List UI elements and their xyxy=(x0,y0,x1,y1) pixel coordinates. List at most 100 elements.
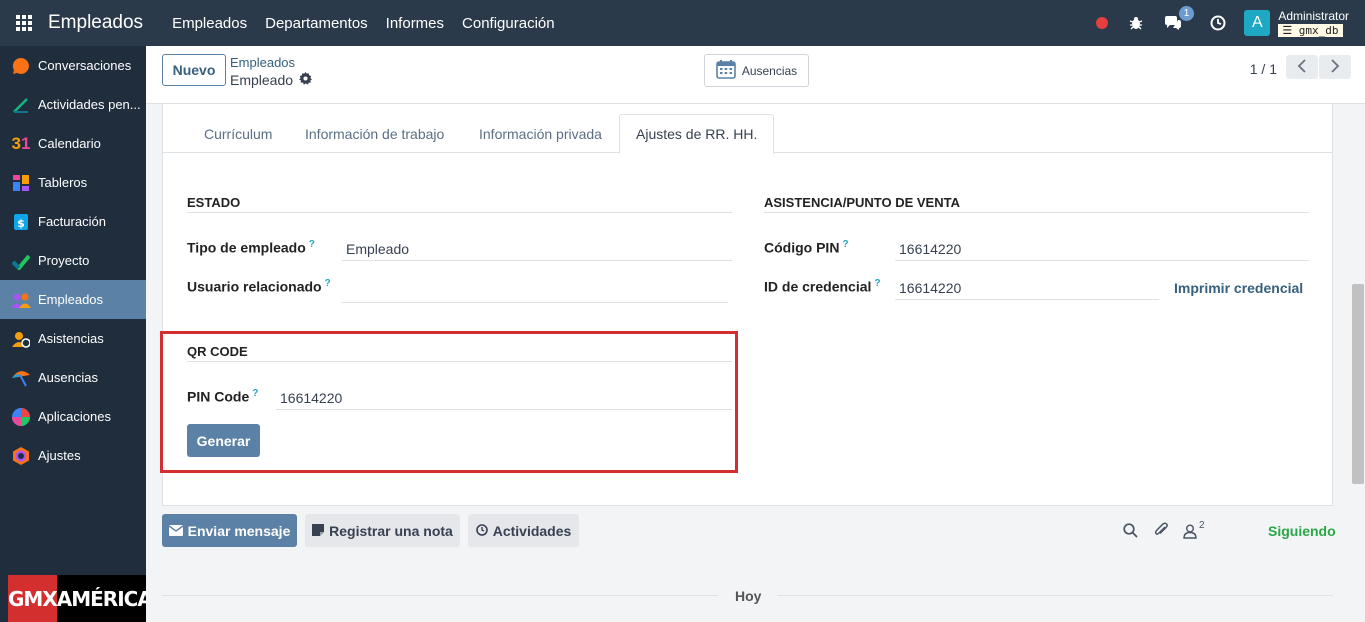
sidebar-item-label: Tableros xyxy=(38,175,88,190)
top-navbar: Empleados Empleados Departamentos Inform… xyxy=(0,0,1365,46)
sidebar-item-conversaciones[interactable]: Conversaciones xyxy=(0,46,146,85)
activities-label: Actividades xyxy=(492,522,572,539)
activities-button[interactable]: Actividades xyxy=(468,514,579,547)
user-menu[interactable]: Administrator ☰ gmx_db xyxy=(1278,8,1349,37)
sidebar: Conversaciones Actividades pen... 31 Cal… xyxy=(0,46,153,622)
sidebar-item-label: Actividades pen... xyxy=(38,97,141,112)
sidebar-item-label: Aplicaciones xyxy=(38,409,111,424)
menu-departamentos[interactable]: Departamentos xyxy=(256,15,377,32)
tab-informacion-privada[interactable]: Información privada xyxy=(463,114,618,153)
sidebar-item-aplicaciones[interactable]: Aplicaciones xyxy=(0,397,146,436)
menu-empleados[interactable]: Empleados xyxy=(163,15,256,32)
related-user-field[interactable] xyxy=(342,279,728,303)
menu-configuracion[interactable]: Configuración xyxy=(453,15,564,32)
pin-code-label: Código PIN? xyxy=(764,239,849,256)
recording-icon[interactable] xyxy=(1096,17,1109,29)
sidebar-item-tableros[interactable]: Tableros xyxy=(0,163,146,202)
pager-previous-button[interactable] xyxy=(1286,55,1318,79)
scrollbar-thumb[interactable] xyxy=(1352,284,1364,484)
sidebar-item-label: Conversaciones xyxy=(38,58,132,73)
help-icon: ? xyxy=(842,239,849,250)
sidebar-item-ajustes[interactable]: Ajustes xyxy=(0,436,146,475)
date-separator-today: Hoy xyxy=(735,588,762,604)
sidebar-item-actividades[interactable]: Actividades pen... xyxy=(0,85,146,124)
time-off-button[interactable]: Ausencias xyxy=(704,54,809,87)
print-badge-link[interactable]: Imprimir credencial xyxy=(1174,280,1303,296)
dashboard-icon xyxy=(11,173,31,193)
note-icon xyxy=(312,523,325,539)
send-message-label: Enviar mensaje xyxy=(187,522,291,539)
generate-button[interactable]: Generar xyxy=(187,424,260,457)
database-name: ☰ gmx_db xyxy=(1278,23,1343,37)
breadcrumb-current: Empleado xyxy=(230,72,294,88)
sidebar-item-proyecto[interactable]: Proyecto xyxy=(0,241,146,280)
invoice-icon: $ xyxy=(11,212,31,232)
menu-informes[interactable]: Informes xyxy=(377,15,453,32)
help-icon: ? xyxy=(874,278,881,289)
new-button[interactable]: Nuevo xyxy=(162,54,226,86)
sidebar-item-label: Asistencias xyxy=(38,331,104,346)
pager-next-button[interactable] xyxy=(1319,55,1351,79)
qr-pin-field[interactable]: 16614220 xyxy=(276,386,732,410)
notebook-tabs: Currículum Información de trabajo Inform… xyxy=(163,114,1332,154)
top-menu: Empleados Departamentos Informes Configu… xyxy=(163,15,564,32)
qr-pin-label: PIN Code? xyxy=(187,388,259,405)
breadcrumb: Empleado xyxy=(230,72,313,88)
logo-gmx: GMX xyxy=(8,575,58,622)
tab-informacion-trabajo[interactable]: Información de trabajo xyxy=(289,114,460,153)
tab-curriculum[interactable]: Currículum xyxy=(188,114,288,153)
followers-count: 2 xyxy=(1199,520,1205,531)
badge-id-label: ID de credencial? xyxy=(764,278,881,295)
breadcrumb-parent[interactable]: Empleados xyxy=(230,55,295,70)
related-user-label: Usuario relacionado? xyxy=(187,278,331,295)
control-panel: Nuevo Empleados Empleado Ausencias 1 / 1 xyxy=(146,46,1365,104)
log-note-button[interactable]: Registrar una nota xyxy=(305,514,460,547)
section-qr-title: QR CODE xyxy=(187,344,732,362)
badge-id-field[interactable]: 16614220 xyxy=(895,276,1159,300)
calendar-icon xyxy=(716,59,736,82)
following-button[interactable]: Siguiendo xyxy=(1268,523,1336,539)
svg-text:$: $ xyxy=(17,217,25,230)
clock-icon[interactable] xyxy=(1207,12,1229,34)
send-message-button[interactable]: Enviar mensaje xyxy=(162,514,297,547)
sidebar-item-label: Proyecto xyxy=(38,253,90,268)
chevron-left-icon xyxy=(1297,58,1307,76)
pager-value[interactable]: 1 / 1 xyxy=(1250,61,1277,77)
app-title[interactable]: Empleados xyxy=(48,12,143,34)
divider xyxy=(162,595,718,596)
chat-bubble-icon xyxy=(11,56,31,76)
form-sheet: Currículum Información de trabajo Inform… xyxy=(160,104,1333,506)
divider xyxy=(777,595,1333,596)
user-avatar[interactable]: A xyxy=(1244,10,1271,36)
time-off-icon xyxy=(11,368,31,388)
sidebar-item-empleados[interactable]: Empleados xyxy=(0,280,146,319)
form-view: Currículum Información de trabajo Inform… xyxy=(146,104,1351,622)
sidebar-item-label: Empleados xyxy=(38,292,104,307)
sidebar-item-calendario[interactable]: 31 Calendario xyxy=(0,124,146,163)
sidebar-item-label: Ausencias xyxy=(38,370,98,385)
username: Administrator xyxy=(1278,8,1349,23)
employees-icon xyxy=(11,290,31,310)
gear-icon[interactable] xyxy=(299,72,313,88)
settings-icon xyxy=(11,446,31,466)
sidebar-item-label: Facturación xyxy=(38,214,106,229)
messages-badge: 1 xyxy=(1178,6,1195,21)
sidebar-item-asistencias[interactable]: Asistencias xyxy=(0,319,146,358)
sidebar-item-facturacion[interactable]: $ Facturación xyxy=(0,202,146,241)
pin-code-field[interactable]: 16614220 xyxy=(895,237,1309,261)
logo-america: AMÉRICA xyxy=(56,575,153,622)
followers-icon[interactable]: 2 xyxy=(1183,520,1205,539)
employee-type-field[interactable]: Empleado xyxy=(342,237,732,261)
tab-ajustes-rrhh[interactable]: Ajustes de RR. HH. xyxy=(619,114,775,154)
messages-icon[interactable]: 1 xyxy=(1162,6,1195,34)
sidebar-item-ausencias[interactable]: Ausencias xyxy=(0,358,146,397)
debug-icon[interactable] xyxy=(1125,12,1147,34)
project-icon xyxy=(11,251,31,271)
attendance-icon xyxy=(11,329,31,349)
search-icon[interactable] xyxy=(1123,522,1138,541)
chevron-right-icon xyxy=(1330,58,1340,76)
app-menu-icon[interactable] xyxy=(0,0,48,46)
help-icon: ? xyxy=(308,239,315,250)
clock-icon xyxy=(475,523,488,539)
paperclip-icon[interactable] xyxy=(1153,522,1169,541)
